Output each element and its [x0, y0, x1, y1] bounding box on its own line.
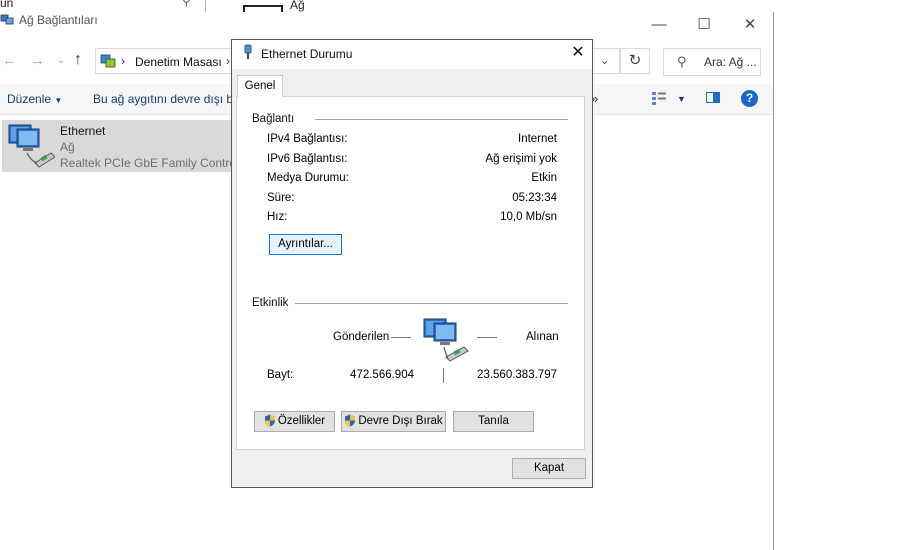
dialog-title: Ethernet Durumu [261, 47, 353, 61]
media-state-label: Medya Durumu: [267, 172, 349, 184]
background-window-strip: ün ⚲ [0, 0, 205, 12]
properties-button[interactable]: Özellikler [254, 411, 335, 432]
divider [295, 303, 568, 304]
sent-label: Gönderilen [333, 331, 390, 343]
disable-label: Devre Dışı Bırak [358, 415, 443, 427]
up-arrow-icon[interactable]: ↑ [74, 51, 82, 69]
ipv4-label: IPv4 Bağlantısı: [267, 133, 348, 145]
chevron-down-icon: ▼ [54, 96, 63, 105]
close-button[interactable]: Kapat [512, 458, 586, 479]
received-line [477, 337, 497, 338]
forward-arrow-icon[interactable]: → [30, 52, 45, 69]
ipv6-value: Ağ erişimi yok [485, 153, 557, 165]
organize-label: Düzenle [7, 92, 52, 106]
network-connections-icon [0, 14, 14, 25]
minimize-button[interactable]: — [637, 12, 681, 38]
bytes-received-value: 23.560.383.797 [477, 369, 557, 381]
diagnose-button[interactable]: Tanıla [453, 411, 534, 432]
duration-value: 05:23:34 [512, 192, 557, 204]
bytes-sent-value: 472.566.904 [350, 369, 414, 381]
back-arrow-icon[interactable]: ← [2, 52, 17, 69]
address-dropdown-icon[interactable]: ⌄ [600, 54, 609, 67]
disable-button[interactable]: Devre Dışı Bırak [341, 411, 446, 432]
breadcrumb-separator-icon[interactable]: › [226, 54, 230, 68]
ipv4-value: Internet [518, 133, 557, 145]
recent-locations-icon[interactable]: ⌄ [57, 55, 65, 66]
speed-label: Hız: [267, 211, 288, 223]
search-icon: ⚲ [182, 0, 191, 8]
close-window-button[interactable]: ✕ [728, 12, 772, 38]
connection-group-label: Bağlantı [252, 113, 295, 125]
search-icon: ⚲ [677, 54, 687, 69]
duration-label: Süre: [267, 192, 295, 204]
view-dropdown-icon[interactable]: ▼ [677, 94, 686, 104]
tab-general[interactable]: Genel [237, 75, 283, 97]
shield-icon [345, 414, 356, 427]
bytes-divider [443, 368, 444, 383]
background-window-title: Ağ [290, 0, 305, 12]
network-activity-icon [420, 317, 472, 368]
bytes-label: Bayt: [267, 369, 294, 381]
network-adapter-icon [5, 123, 56, 172]
explorer-title-text: Ağ Bağlantıları [19, 13, 98, 27]
disable-device-button[interactable]: Bu ağ aygıtını devre dışı bı [93, 92, 236, 106]
media-state-value: Etkin [531, 172, 557, 184]
activity-group-label: Etkinlik [252, 297, 289, 309]
shield-icon [264, 414, 275, 427]
breadcrumb-control-panel[interactable]: Denetim Masası [135, 55, 222, 69]
tab-panel [236, 96, 585, 450]
help-icon[interactable]: ? [741, 90, 758, 107]
dialog-close-button[interactable]: ✕ [565, 41, 591, 65]
divider [205, 0, 206, 12]
ipv6-label: IPv6 Bağlantısı: [267, 153, 348, 165]
properties-label: Özellikler [277, 415, 326, 427]
details-button[interactable]: Ayrıntılar... [269, 234, 342, 255]
refresh-button[interactable]: ↻ [620, 48, 650, 74]
connection-name: Ethernet [60, 124, 106, 138]
search-placeholder: Ara: Ağ ... [704, 55, 757, 69]
explorer-title: Ağ Bağlantıları [0, 13, 98, 27]
sent-line [391, 337, 411, 338]
change-view-icon[interactable] [651, 91, 667, 108]
connection-device: Realtek PCIe GbE Family Control [60, 156, 239, 170]
connection-status: Ağ [60, 140, 75, 154]
divider [315, 119, 568, 120]
received-label: Alınan [526, 331, 559, 343]
control-panel-icon [100, 53, 116, 72]
preview-pane-icon[interactable] [706, 92, 720, 103]
organize-menu[interactable]: Düzenle ▼ [7, 92, 62, 106]
breadcrumb-separator-icon[interactable]: › [121, 54, 125, 68]
maximize-button[interactable]: ☐ [682, 12, 726, 38]
speed-value: 10,0 Mb/sn [500, 211, 557, 223]
background-window-text: ün [0, 0, 14, 10]
ethernet-plug-icon [243, 44, 253, 63]
